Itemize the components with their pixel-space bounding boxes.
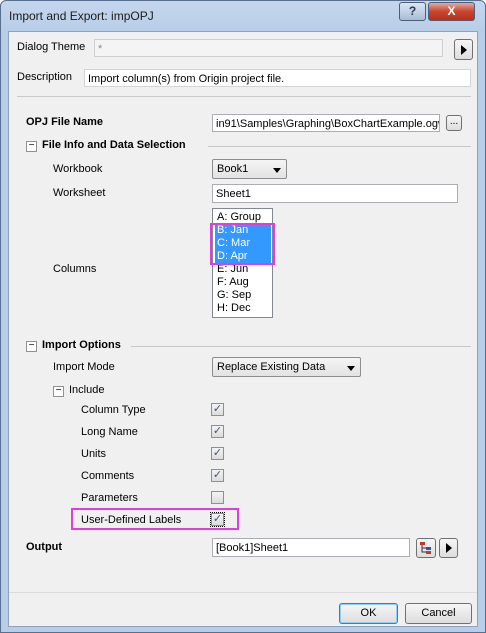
theme-menu-button[interactable] [454,39,473,60]
divider [17,96,471,97]
description-text: Import column(s) from Origin project fil… [84,69,471,87]
chevron-down-icon [273,168,281,173]
play-arrow-icon [446,543,452,553]
import-mode-label: Import Mode [53,361,115,373]
output-menu-button[interactable] [439,538,458,558]
units-checkbox[interactable]: ✓ [211,447,224,460]
long-name-label: Long Name [81,426,138,438]
list-item[interactable]: G: Sep [215,289,271,302]
section-divider [131,346,471,347]
import-mode-select[interactable]: Replace Existing Data [212,357,361,377]
dialog-body: Dialog Theme * Description Import column… [8,31,478,627]
list-item[interactable]: F: Aug [215,276,271,289]
file-info-collapse-toggle[interactable]: − [26,141,37,152]
user-defined-labels-highlight-box [71,508,239,530]
file-info-header: File Info and Data Selection [42,139,186,151]
title-bar[interactable]: Import and Export: impOPJ ? X [1,1,485,31]
opj-file-name-input[interactable]: in91\Samples\Graphing\BoxChartExample.og… [212,114,440,132]
footer-divider [9,592,477,593]
ok-button[interactable]: OK [339,603,398,624]
output-label: Output [26,541,63,553]
comments-label: Comments [81,470,135,482]
units-label: Units [81,448,107,460]
list-item[interactable]: H: Dec [215,302,271,315]
workbook-value: Book1 [217,163,249,175]
comments-checkbox[interactable]: ✓ [211,469,224,482]
import-mode-value: Replace Existing Data [217,361,326,373]
window-title: Import and Export: impOPJ [9,9,154,23]
parameters-label: Parameters [81,492,138,504]
output-tree-icon [420,542,431,554]
dialog-window: Import and Export: impOPJ ? X Dialog The… [0,0,486,633]
close-button[interactable]: X [428,2,475,21]
workbook-label: Workbook [53,163,103,175]
output-options-button[interactable] [416,538,436,558]
include-label: Include [69,384,105,396]
cancel-button[interactable]: Cancel [405,603,472,624]
import-options-collapse-toggle[interactable]: − [26,341,37,352]
description-label: Description [17,71,73,83]
dialog-theme-field[interactable]: * [94,39,443,57]
output-input[interactable]: [Book1]Sheet1 [212,538,410,557]
workbook-select[interactable]: Book1 [212,159,287,179]
columns-label: Columns [53,263,97,275]
long-name-checkbox[interactable]: ✓ [211,425,224,438]
worksheet-input[interactable]: Sheet1 [212,184,458,203]
play-arrow-icon [461,45,467,55]
column-type-checkbox[interactable]: ✓ [211,403,224,416]
help-button[interactable]: ? [399,2,426,21]
column-type-label: Column Type [81,404,146,416]
chevron-down-icon [347,366,355,371]
selection-highlight-box [210,223,275,265]
browse-button[interactable]: ... [446,115,462,131]
parameters-checkbox[interactable] [211,491,224,504]
include-collapse-toggle[interactable]: − [53,386,64,397]
opj-file-name-label: OPJ File Name [26,116,104,128]
section-divider [208,146,471,147]
dialog-theme-label: Dialog Theme [17,41,86,53]
import-options-header: Import Options [42,339,121,351]
worksheet-label: Worksheet [53,187,106,199]
